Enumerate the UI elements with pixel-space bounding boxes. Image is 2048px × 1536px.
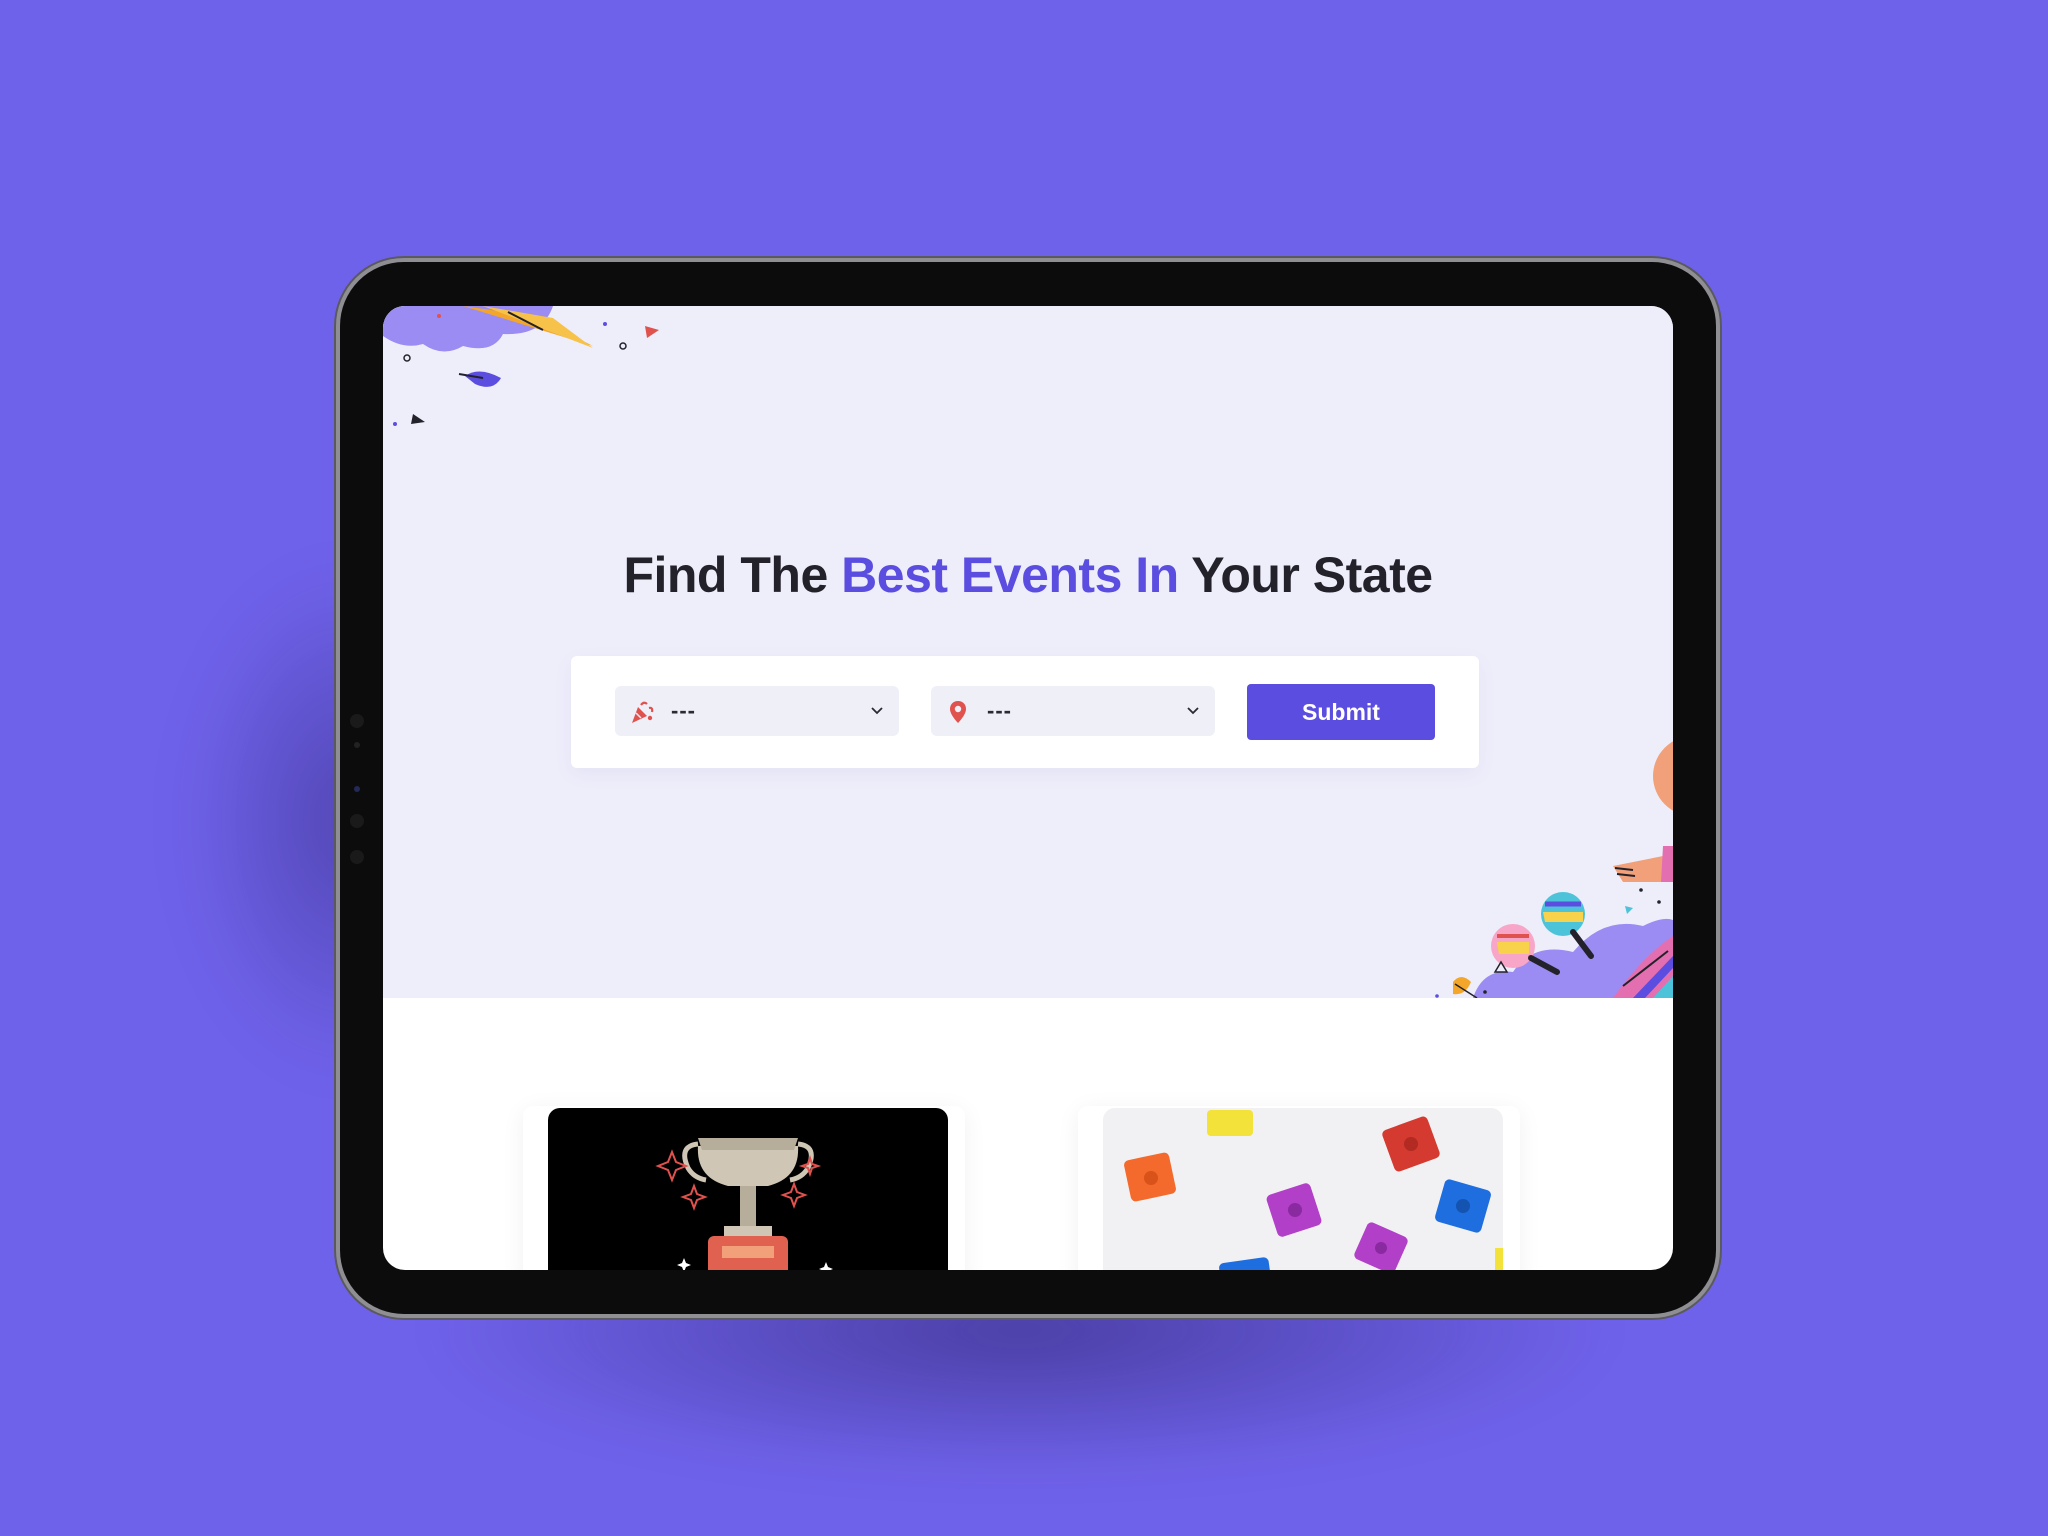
chevron-down-icon <box>871 707 883 715</box>
screen: Find The Best Events In Your State --- -… <box>383 306 1673 1270</box>
location-select-value: --- <box>987 698 1012 723</box>
headline-accent-text: Best Events In <box>841 547 1179 603</box>
toy-blocks-image <box>1124 1110 1503 1270</box>
party-popper-icon <box>632 701 654 723</box>
trophy-image <box>655 1138 833 1270</box>
location-pin-icon <box>950 701 966 723</box>
location-select[interactable]: --- <box>931 686 1215 736</box>
sensor-dot <box>354 742 360 748</box>
camera-lens <box>350 714 364 728</box>
chevron-down-icon <box>1187 707 1199 715</box>
headline-text-end: Your State <box>1178 547 1433 603</box>
category-select-value: --- <box>671 698 696 723</box>
camera-lens <box>350 814 364 828</box>
search-form: --- --- Submit <box>571 656 1479 768</box>
headline-text: Find The <box>623 547 842 603</box>
event-card-image[interactable] <box>1103 1108 1503 1270</box>
camera-lens <box>350 850 364 864</box>
submit-button[interactable]: Submit <box>1247 684 1435 740</box>
category-select[interactable]: --- <box>615 686 899 736</box>
event-card-image[interactable] <box>548 1108 948 1270</box>
page-headline: Find The Best Events In Your State <box>383 546 1673 604</box>
front-camera <box>354 786 360 792</box>
party-decoration-top-left <box>383 306 659 426</box>
hero-section: Find The Best Events In Your State --- -… <box>383 306 1673 998</box>
